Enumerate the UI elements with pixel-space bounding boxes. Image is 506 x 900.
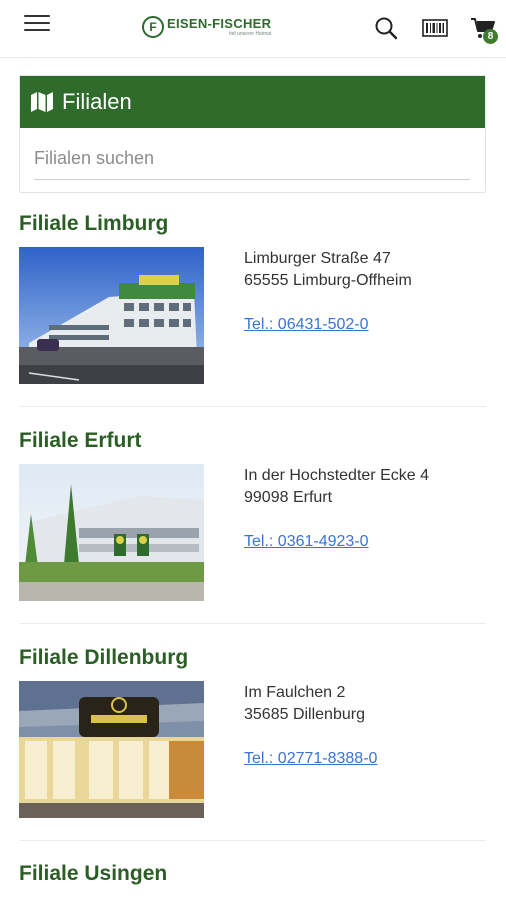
branch-phone-link[interactable]: Tel.: 02771-8388-0 xyxy=(244,750,377,768)
branch-street: In der Hochstedter Ecke 4 xyxy=(244,467,429,484)
divider xyxy=(19,406,486,407)
branch-name[interactable]: Filiale Dillenburg xyxy=(19,646,188,670)
barcode-icon[interactable] xyxy=(422,16,448,40)
cart-icon[interactable]: 8 xyxy=(470,16,500,46)
branch-address: Limburger Straße 47 65555 Limburg-Offhei… xyxy=(244,248,412,292)
divider xyxy=(19,623,486,624)
branch-search-input[interactable] xyxy=(34,138,470,180)
panel-header: Filialen xyxy=(20,76,485,128)
branch-photo xyxy=(19,681,204,818)
branch-name[interactable]: Filiale Erfurt xyxy=(19,429,142,453)
logo-name: EISEN-FISCHER xyxy=(167,16,272,31)
map-icon xyxy=(31,92,53,112)
branch-phone-link[interactable]: Tel.: 0361-4923-0 xyxy=(244,533,369,551)
branch-street: Limburger Straße 47 xyxy=(244,250,391,267)
branch-phone-link[interactable]: Tel.: 06431-502-0 xyxy=(244,316,369,334)
logo-mark-icon: F xyxy=(142,16,164,38)
branch-address: In der Hochstedter Ecke 4 99098 Erfurt xyxy=(244,465,429,509)
branch-name[interactable]: Filiale Usingen xyxy=(19,862,167,886)
branch-city: 35685 Dillenburg xyxy=(244,706,365,723)
branch-photo xyxy=(19,464,204,601)
cart-count-badge: 8 xyxy=(483,29,498,44)
branch-search-card: Filialen xyxy=(19,75,486,193)
menu-icon[interactable] xyxy=(24,14,50,34)
branch-address: Im Faulchen 2 35685 Dillenburg xyxy=(244,682,365,726)
panel-title: Filialen xyxy=(62,89,132,114)
logo[interactable]: F EISEN-FISCHER tief unserer Heimat xyxy=(142,14,282,40)
search-icon[interactable] xyxy=(374,16,398,40)
branch-street: Im Faulchen 2 xyxy=(244,684,346,701)
logo-tagline: tief unserer Heimat xyxy=(229,31,272,37)
branch-photo xyxy=(19,247,204,384)
branch-city: 65555 Limburg-Offheim xyxy=(244,272,412,289)
divider xyxy=(19,840,486,841)
branch-city: 99098 Erfurt xyxy=(244,489,333,506)
branch-name[interactable]: Filiale Limburg xyxy=(19,212,168,236)
app-header: F EISEN-FISCHER tief unserer Heimat 8 xyxy=(0,0,506,58)
